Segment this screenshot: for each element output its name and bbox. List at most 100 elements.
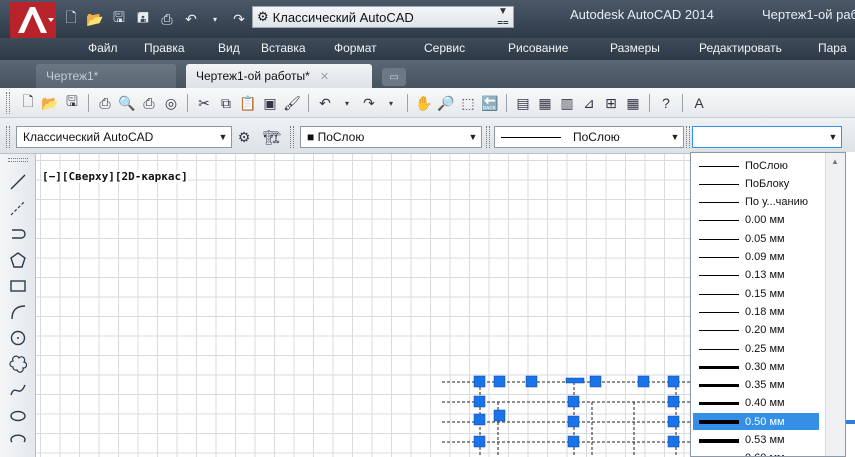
polyline-icon[interactable] — [8, 224, 28, 244]
cut-icon[interactable]: ✂ — [194, 93, 214, 113]
toolbar-grip[interactable] — [686, 126, 690, 148]
arc-icon[interactable] — [8, 302, 28, 322]
lineweight-option-label: 0.35 мм — [745, 379, 785, 392]
menu-draw[interactable]: Рисование — [508, 41, 568, 55]
lineweight-option[interactable]: ПоСлою — [693, 157, 819, 174]
lineweight-option[interactable]: 0.15 мм — [693, 285, 819, 302]
lineweight-option[interactable]: 0.50 мм — [693, 413, 819, 431]
sheet-set-icon[interactable]: ⊿ — [579, 93, 599, 113]
print-icon[interactable]: ⎙ — [158, 10, 176, 28]
toolbar-grip[interactable] — [290, 126, 294, 148]
scroll-up-icon[interactable]: ▲ — [831, 157, 839, 166]
lineweight-option[interactable]: 0.09 мм — [693, 249, 819, 266]
menu-edit[interactable]: Правка — [144, 41, 185, 55]
menu-format[interactable]: Формат — [334, 41, 377, 55]
linetype-sample — [501, 136, 561, 138]
lineweight-option[interactable]: 0.53 мм — [693, 432, 819, 449]
rectangle-icon[interactable] — [8, 276, 28, 296]
menu-bar: Файл Правка Вид Вставка Формат Сервис Ри… — [0, 38, 855, 60]
calculator-icon[interactable]: ▦ — [623, 93, 643, 113]
lineweight-option[interactable]: ПоБлоку — [693, 175, 819, 192]
lineweight-option[interactable]: 0.35 мм — [693, 377, 819, 394]
print-preview-icon[interactable]: 🔍 — [117, 93, 137, 113]
text-style-icon[interactable]: A — [689, 93, 709, 113]
open-icon[interactable]: 📂 — [86, 10, 104, 28]
new-tab-button[interactable]: ▭ — [382, 68, 406, 86]
line-icon[interactable] — [8, 172, 28, 192]
menu-dimension[interactable]: Размеры — [610, 41, 660, 55]
polygon-icon[interactable] — [8, 250, 28, 270]
redo-icon[interactable]: ↷ — [230, 10, 248, 28]
print-icon[interactable]: ⎙ — [95, 93, 115, 113]
pan-icon[interactable]: ✋ — [414, 93, 434, 113]
lineweight-option[interactable]: 0.18 мм — [693, 303, 819, 320]
undo-icon[interactable]: ↶ — [182, 10, 200, 28]
lineweight-combo[interactable]: ▼ — [692, 126, 842, 148]
toolbar-grip[interactable] — [6, 126, 10, 148]
menu-modify[interactable]: Редактировать — [699, 41, 782, 55]
viewport-controls[interactable]: [−][Сверху][2D-каркас] — [42, 170, 188, 183]
color-combo[interactable]: ■ ПоСлою ▼ — [300, 126, 482, 148]
design-center-icon[interactable]: ▦ — [535, 93, 555, 113]
close-icon[interactable]: ✕ — [320, 70, 329, 83]
new-icon[interactable]: 🗋 — [62, 9, 80, 28]
dropdown-scrollbar[interactable]: ▲ — [825, 153, 845, 456]
copy-icon[interactable]: ⧉ — [216, 93, 236, 113]
lineweight-option[interactable]: 0.30 мм — [693, 358, 819, 375]
lineweight-option[interactable]: 0.05 мм — [693, 230, 819, 247]
paste-block-icon[interactable]: ▣ — [260, 93, 280, 113]
new-icon[interactable]: 🗋 — [18, 93, 38, 113]
toolbar-grip[interactable] — [6, 92, 10, 114]
save-icon[interactable]: 🖫 — [62, 93, 82, 113]
lineweight-option[interactable]: 0.60 мм — [693, 450, 819, 456]
undo-dropdown-icon[interactable]: ▾ — [337, 93, 357, 113]
open-icon[interactable]: 📂 — [40, 93, 60, 113]
menu-tools[interactable]: Сервис — [424, 41, 465, 55]
menu-view[interactable]: Вид — [218, 41, 240, 55]
circle-icon[interactable] — [8, 328, 28, 348]
lineweight-option[interactable]: По у...чанию — [693, 194, 819, 211]
lineweight-option[interactable]: 0.25 мм — [693, 340, 819, 357]
save-icon[interactable]: 🖫 — [110, 9, 128, 28]
save-as-icon[interactable]: 🖪 — [134, 9, 152, 28]
menu-parametric[interactable]: Пара — [818, 41, 847, 55]
spline-icon[interactable] — [8, 380, 28, 400]
customize-icon[interactable]: 🏗 — [262, 127, 282, 147]
zoom-previous-icon[interactable]: 🔙 — [480, 93, 500, 113]
ellipse-icon[interactable] — [8, 406, 28, 426]
lineweight-dropdown-list[interactable]: ПоСлою ПоБлоку По у...чанию 0.00 мм 0.05 мм 0… — [690, 152, 846, 457]
tool-palettes-icon[interactable]: ▥ — [557, 93, 577, 113]
properties-icon[interactable]: ▤ — [513, 93, 533, 113]
lineweight-option[interactable]: 0.40 мм — [693, 395, 819, 412]
application-menu-button[interactable] — [10, 2, 56, 38]
workspace-switcher[interactable]: ⚙ Классический AutoCAD ▼ ⩵ — [252, 6, 514, 28]
tab-drawing1-work[interactable]: Чертеж1-ой работы* ✕ — [186, 64, 372, 88]
menu-insert[interactable]: Вставка — [261, 41, 306, 55]
toolbar-grip[interactable] — [486, 126, 490, 148]
ellipse-arc-icon[interactable] — [8, 430, 28, 450]
zoom-window-icon[interactable]: ⬚ — [458, 93, 478, 113]
lineweight-option-label: 0.18 мм — [745, 305, 785, 318]
zoom-realtime-icon[interactable]: 🔎 — [436, 93, 456, 113]
toolbar-grip[interactable] — [8, 158, 28, 162]
redo-dropdown-icon[interactable]: ▾ — [381, 93, 401, 113]
lineweight-option[interactable]: 0.00 мм — [693, 212, 819, 229]
workspace-combo[interactable]: Классический AutoCAD ▼ — [16, 126, 232, 148]
markup-icon[interactable]: ⊞ — [601, 93, 621, 113]
lineweight-option[interactable]: 0.20 мм — [693, 322, 819, 339]
lineweight-option[interactable]: 0.13 мм — [693, 267, 819, 284]
linetype-combo[interactable]: ПоСлою ▼ — [494, 126, 684, 148]
help-icon[interactable]: ? — [656, 93, 676, 113]
revision-cloud-icon[interactable] — [8, 354, 28, 374]
workspace-settings-icon[interactable]: ⚙ — [234, 127, 254, 147]
construction-line-icon[interactable] — [8, 198, 28, 218]
match-properties-icon[interactable]: 🖌 — [282, 93, 302, 113]
tab-drawing1[interactable]: Чертеж1* — [36, 64, 176, 88]
plot-3d-icon[interactable]: ◎ — [161, 93, 181, 113]
paste-icon[interactable]: 📋 — [238, 93, 258, 113]
redo-icon[interactable]: ↷ — [359, 93, 379, 113]
undo-dropdown-icon[interactable]: ▾ — [206, 10, 224, 28]
undo-icon[interactable]: ↶ — [315, 93, 335, 113]
menu-file[interactable]: Файл — [88, 41, 118, 55]
publish-icon[interactable]: ⎙ — [139, 93, 159, 113]
